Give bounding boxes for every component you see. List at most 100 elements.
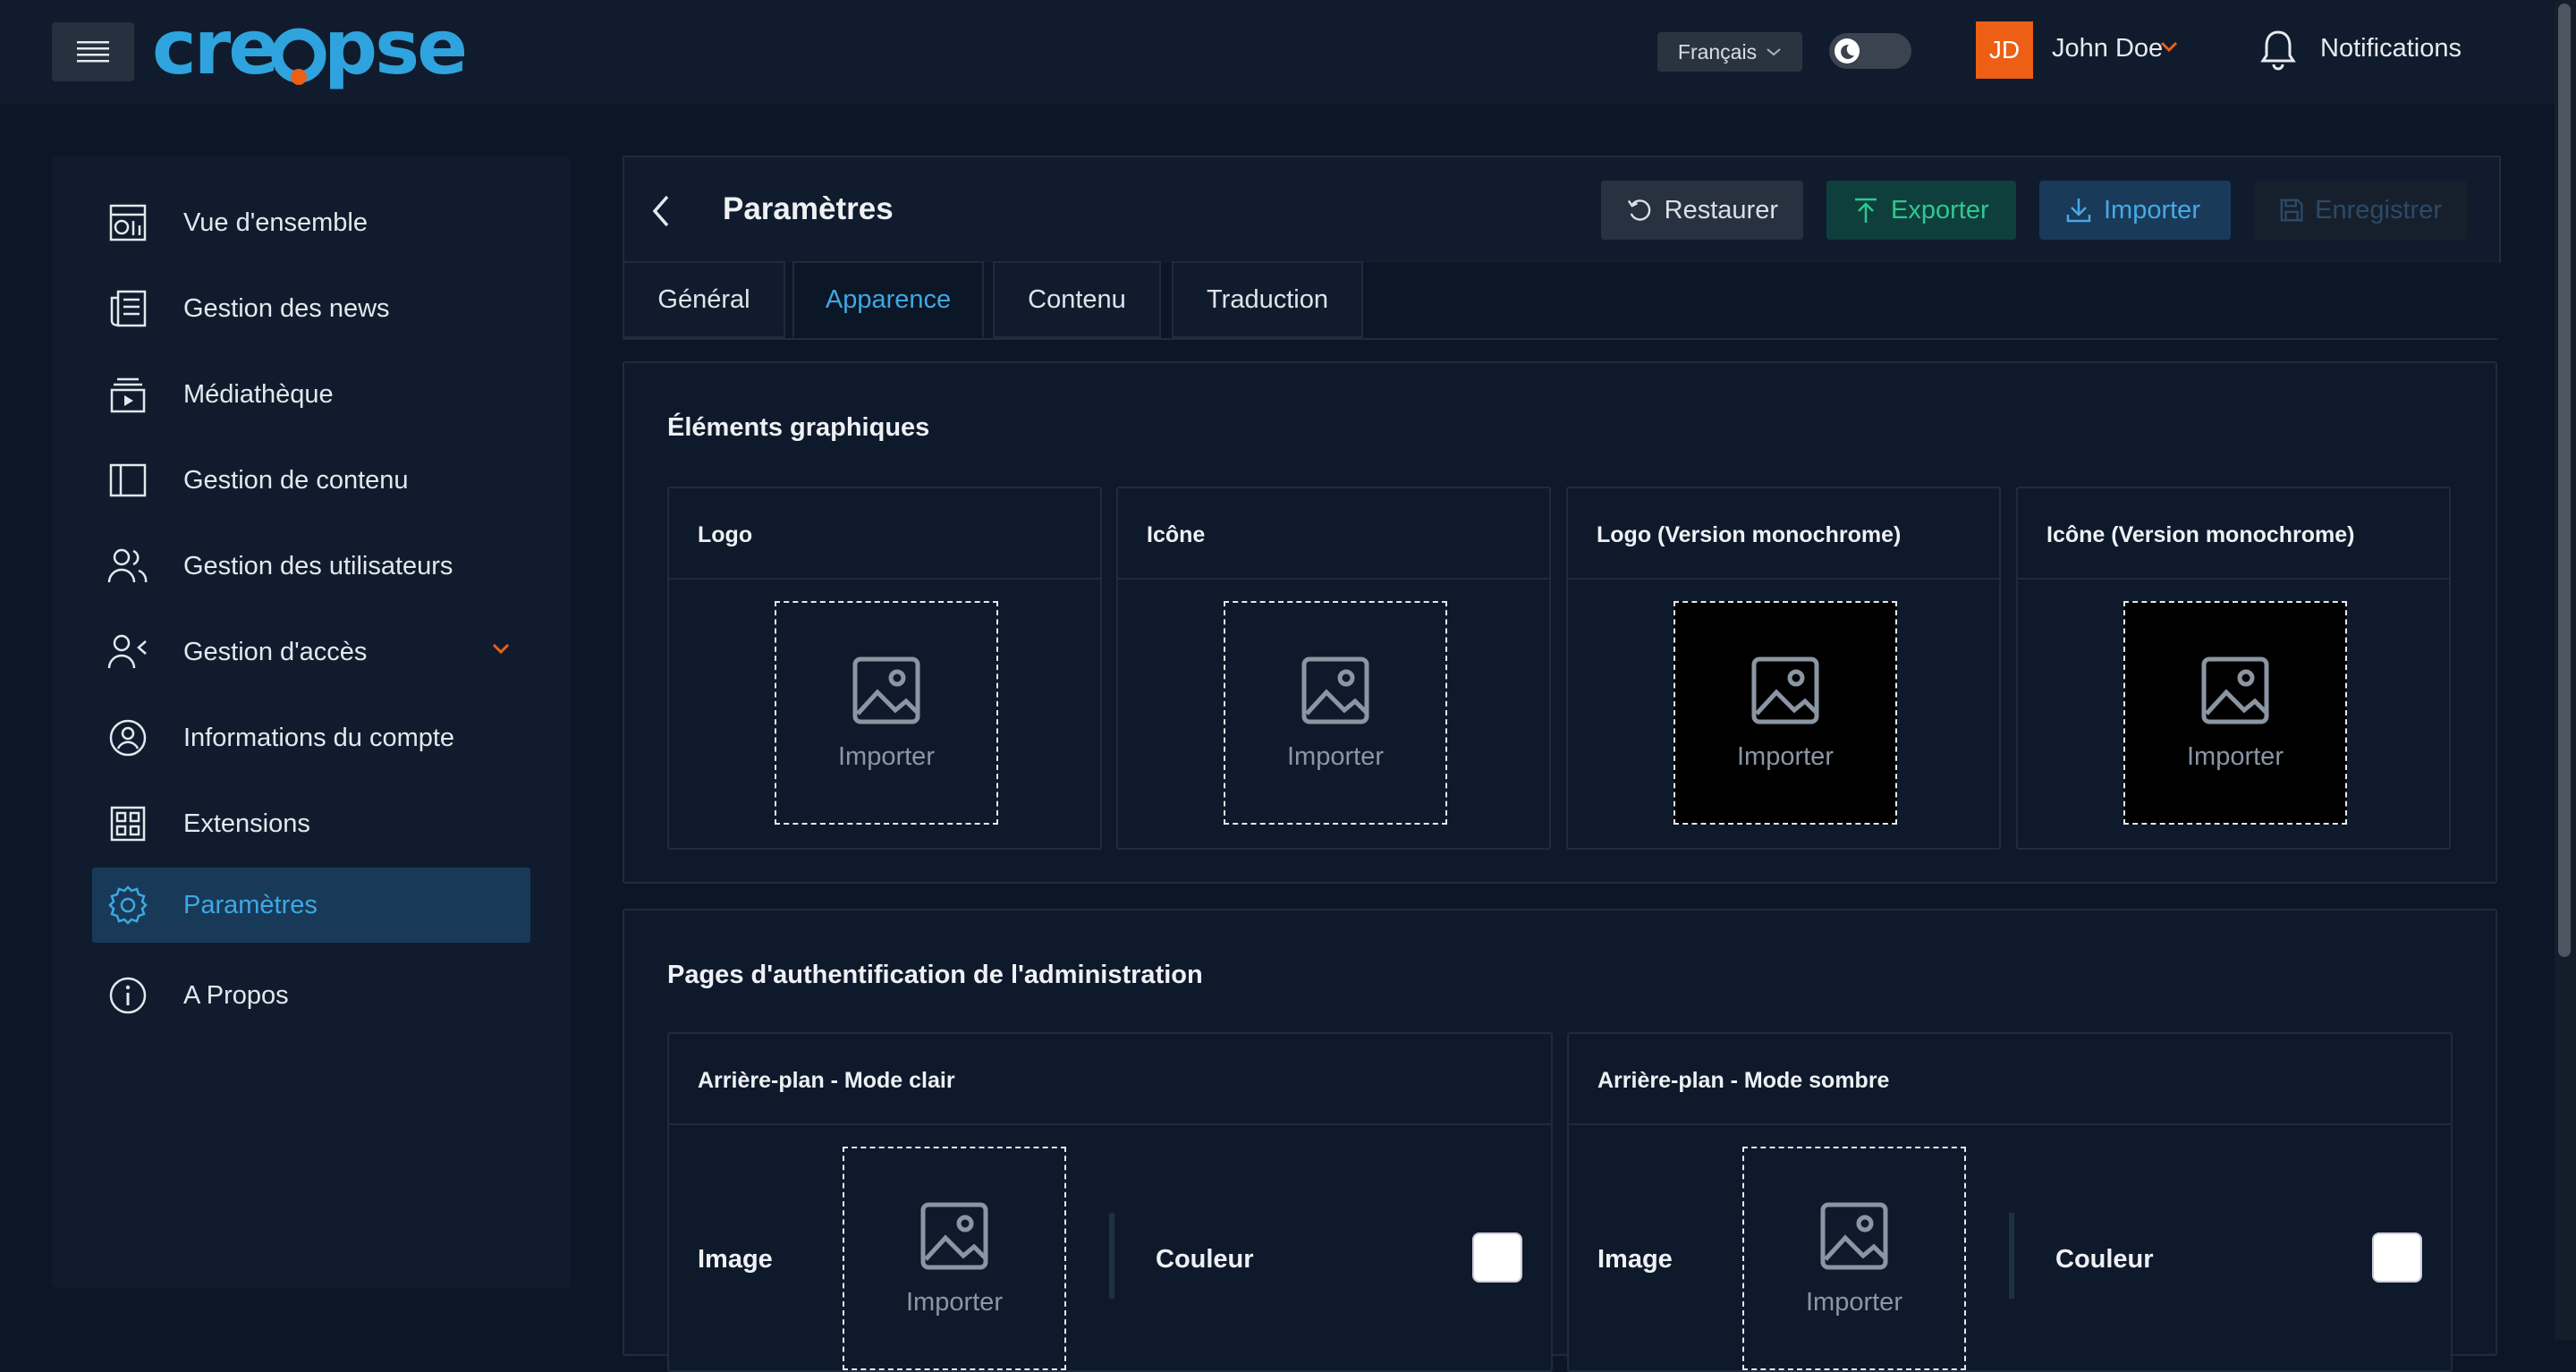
gear-icon (103, 880, 153, 930)
restore-label: Restaurer (1664, 195, 1778, 224)
scrollbar-thumb[interactable] (2558, 4, 2571, 957)
icon-monochrome-card: Icône (Version monochrome) Importer (2016, 487, 2451, 850)
tab-appearance[interactable]: Apparence (792, 261, 984, 338)
card-divider (1569, 1123, 2451, 1125)
language-value: Français (1677, 39, 1758, 64)
icon-card: Icône Importer (1116, 487, 1551, 850)
tabs: Général Apparence Contenu Traduction (623, 261, 2497, 340)
sidebar-item-label: Gestion de contenu (183, 465, 409, 495)
color-field-label: Couleur (2055, 1245, 2154, 1274)
notifications-link[interactable]: Notifications (2320, 34, 2462, 64)
restore-icon (1627, 199, 1651, 221)
tab-content[interactable]: Contenu (993, 261, 1161, 338)
card-title: Icône (Version monochrome) (2046, 522, 2355, 547)
import-label: Importer (1287, 741, 1384, 771)
sidebar-item-account[interactable]: Informations du compte (92, 700, 530, 775)
image-icon (1301, 656, 1369, 724)
extensions-icon (103, 799, 153, 849)
bell-icon[interactable] (2258, 27, 2298, 72)
card-title: Arrière-plan - Mode clair (698, 1068, 955, 1093)
sidebar-item-about[interactable]: A Propos (92, 958, 530, 1033)
sidebar-item-label: Médiathèque (183, 379, 334, 409)
sidebar-item-access[interactable]: Gestion d'accès (92, 614, 530, 690)
dark-background-card: Arrière-plan - Mode sombre Image Importe… (1567, 1032, 2453, 1372)
logo-card: Logo Importer (667, 487, 1102, 850)
light-background-image-dropzone[interactable]: Importer (843, 1147, 1066, 1370)
image-icon (1820, 1202, 1888, 1269)
sidebar-item-extensions[interactable]: Extensions (92, 786, 530, 861)
restore-button[interactable]: Restaurer (1601, 181, 1803, 240)
tab-label: Général (657, 284, 750, 314)
field-divider (1109, 1213, 1114, 1299)
chevron-down-icon[interactable] (2159, 39, 2179, 54)
save-label: Enregistrer (2315, 195, 2442, 224)
sidebar-item-label: Vue d'ensemble (183, 207, 368, 237)
users-icon (103, 541, 153, 591)
sidebar-item-label: Informations du compte (183, 723, 455, 752)
settings-header: Paramètres Restaurer Exporter Importer E… (623, 156, 2501, 263)
sidebar-item-label: Gestion des news (183, 293, 390, 323)
sidebar-item-users[interactable]: Gestion des utilisateurs (92, 529, 530, 604)
download-icon (2066, 199, 2091, 223)
hamburger-menu-button[interactable] (52, 22, 134, 81)
tab-translation[interactable]: Traduction (1172, 261, 1363, 338)
avatar-initials: JD (1988, 36, 2021, 64)
export-button[interactable]: Exporter (1826, 181, 2016, 240)
import-button[interactable]: Importer (2039, 181, 2231, 240)
brand-logo[interactable]: cre pse (152, 4, 474, 91)
page-title: Paramètres (723, 191, 894, 226)
toggle-knob (1835, 38, 1860, 64)
card-title: Icône (1147, 522, 1206, 547)
icon-monochrome-upload-dropzone[interactable]: Importer (2123, 601, 2347, 825)
sidebar-item-media-library[interactable]: Médiathèque (92, 357, 530, 432)
image-icon (2201, 656, 2269, 724)
image-icon (920, 1202, 988, 1269)
back-arrow-icon[interactable] (646, 191, 678, 231)
image-field-label: Image (698, 1245, 773, 1274)
import-label: Importer (2187, 741, 2284, 771)
save-button[interactable]: Enregistrer (2254, 181, 2467, 240)
icon-upload-dropzone[interactable]: Importer (1224, 601, 1447, 825)
media-library-icon (103, 369, 153, 419)
tab-general[interactable]: Général (623, 261, 785, 338)
account-circle-icon (103, 713, 153, 763)
card-title: Logo (Version monochrome) (1597, 522, 1902, 547)
tab-label: Apparence (825, 284, 952, 314)
sidebar-item-settings[interactable]: Paramètres (92, 868, 530, 943)
hamburger-icon (77, 41, 109, 63)
dark-background-image-dropzone[interactable]: Importer (1742, 1147, 1966, 1370)
sidebar-item-content[interactable]: Gestion de contenu (92, 443, 530, 518)
card-divider (1568, 578, 1999, 580)
user-access-icon (103, 627, 153, 677)
image-icon (1751, 656, 1819, 724)
field-divider (2009, 1213, 2014, 1299)
sidebar-item-overview[interactable]: Vue d'ensemble (92, 185, 530, 260)
save-icon (2280, 199, 2303, 222)
sidebar-item-label: Paramètres (183, 890, 318, 919)
card-title: Arrière-plan - Mode sombre (1597, 1068, 1890, 1093)
chevron-down-icon[interactable] (491, 641, 511, 656)
logo-monochrome-upload-dropzone[interactable]: Importer (1674, 601, 1897, 825)
sidebar-item-news[interactable]: Gestion des news (92, 271, 530, 346)
sidebar-item-label: Gestion d'accès (183, 637, 368, 666)
logo-monochrome-card: Logo (Version monochrome) Importer (1566, 487, 2001, 850)
layout-icon (103, 455, 153, 505)
card-divider (669, 1123, 1551, 1125)
language-select[interactable]: Français (1657, 32, 1802, 72)
top-bar: cre pse Français JD John Doe Notificatio… (0, 0, 2555, 104)
color-field-label: Couleur (1156, 1245, 1254, 1274)
image-icon (852, 656, 920, 724)
dark-background-color-swatch[interactable] (2372, 1232, 2422, 1283)
logo-upload-dropzone[interactable]: Importer (775, 601, 998, 825)
user-name[interactable]: John Doe (2052, 34, 2163, 64)
card-divider (1118, 578, 1549, 580)
light-background-color-swatch[interactable] (1472, 1232, 1522, 1283)
sidebar-item-label: Extensions (183, 809, 310, 838)
section-title: Pages d'authentification de l'administra… (667, 961, 1203, 989)
import-label: Importer (2104, 195, 2200, 224)
svg-text:pse: pse (324, 9, 465, 91)
dark-mode-toggle[interactable] (1829, 33, 1911, 69)
import-label: Importer (906, 1287, 1003, 1317)
avatar[interactable]: JD (1976, 21, 2033, 79)
newspaper-icon (103, 284, 153, 334)
